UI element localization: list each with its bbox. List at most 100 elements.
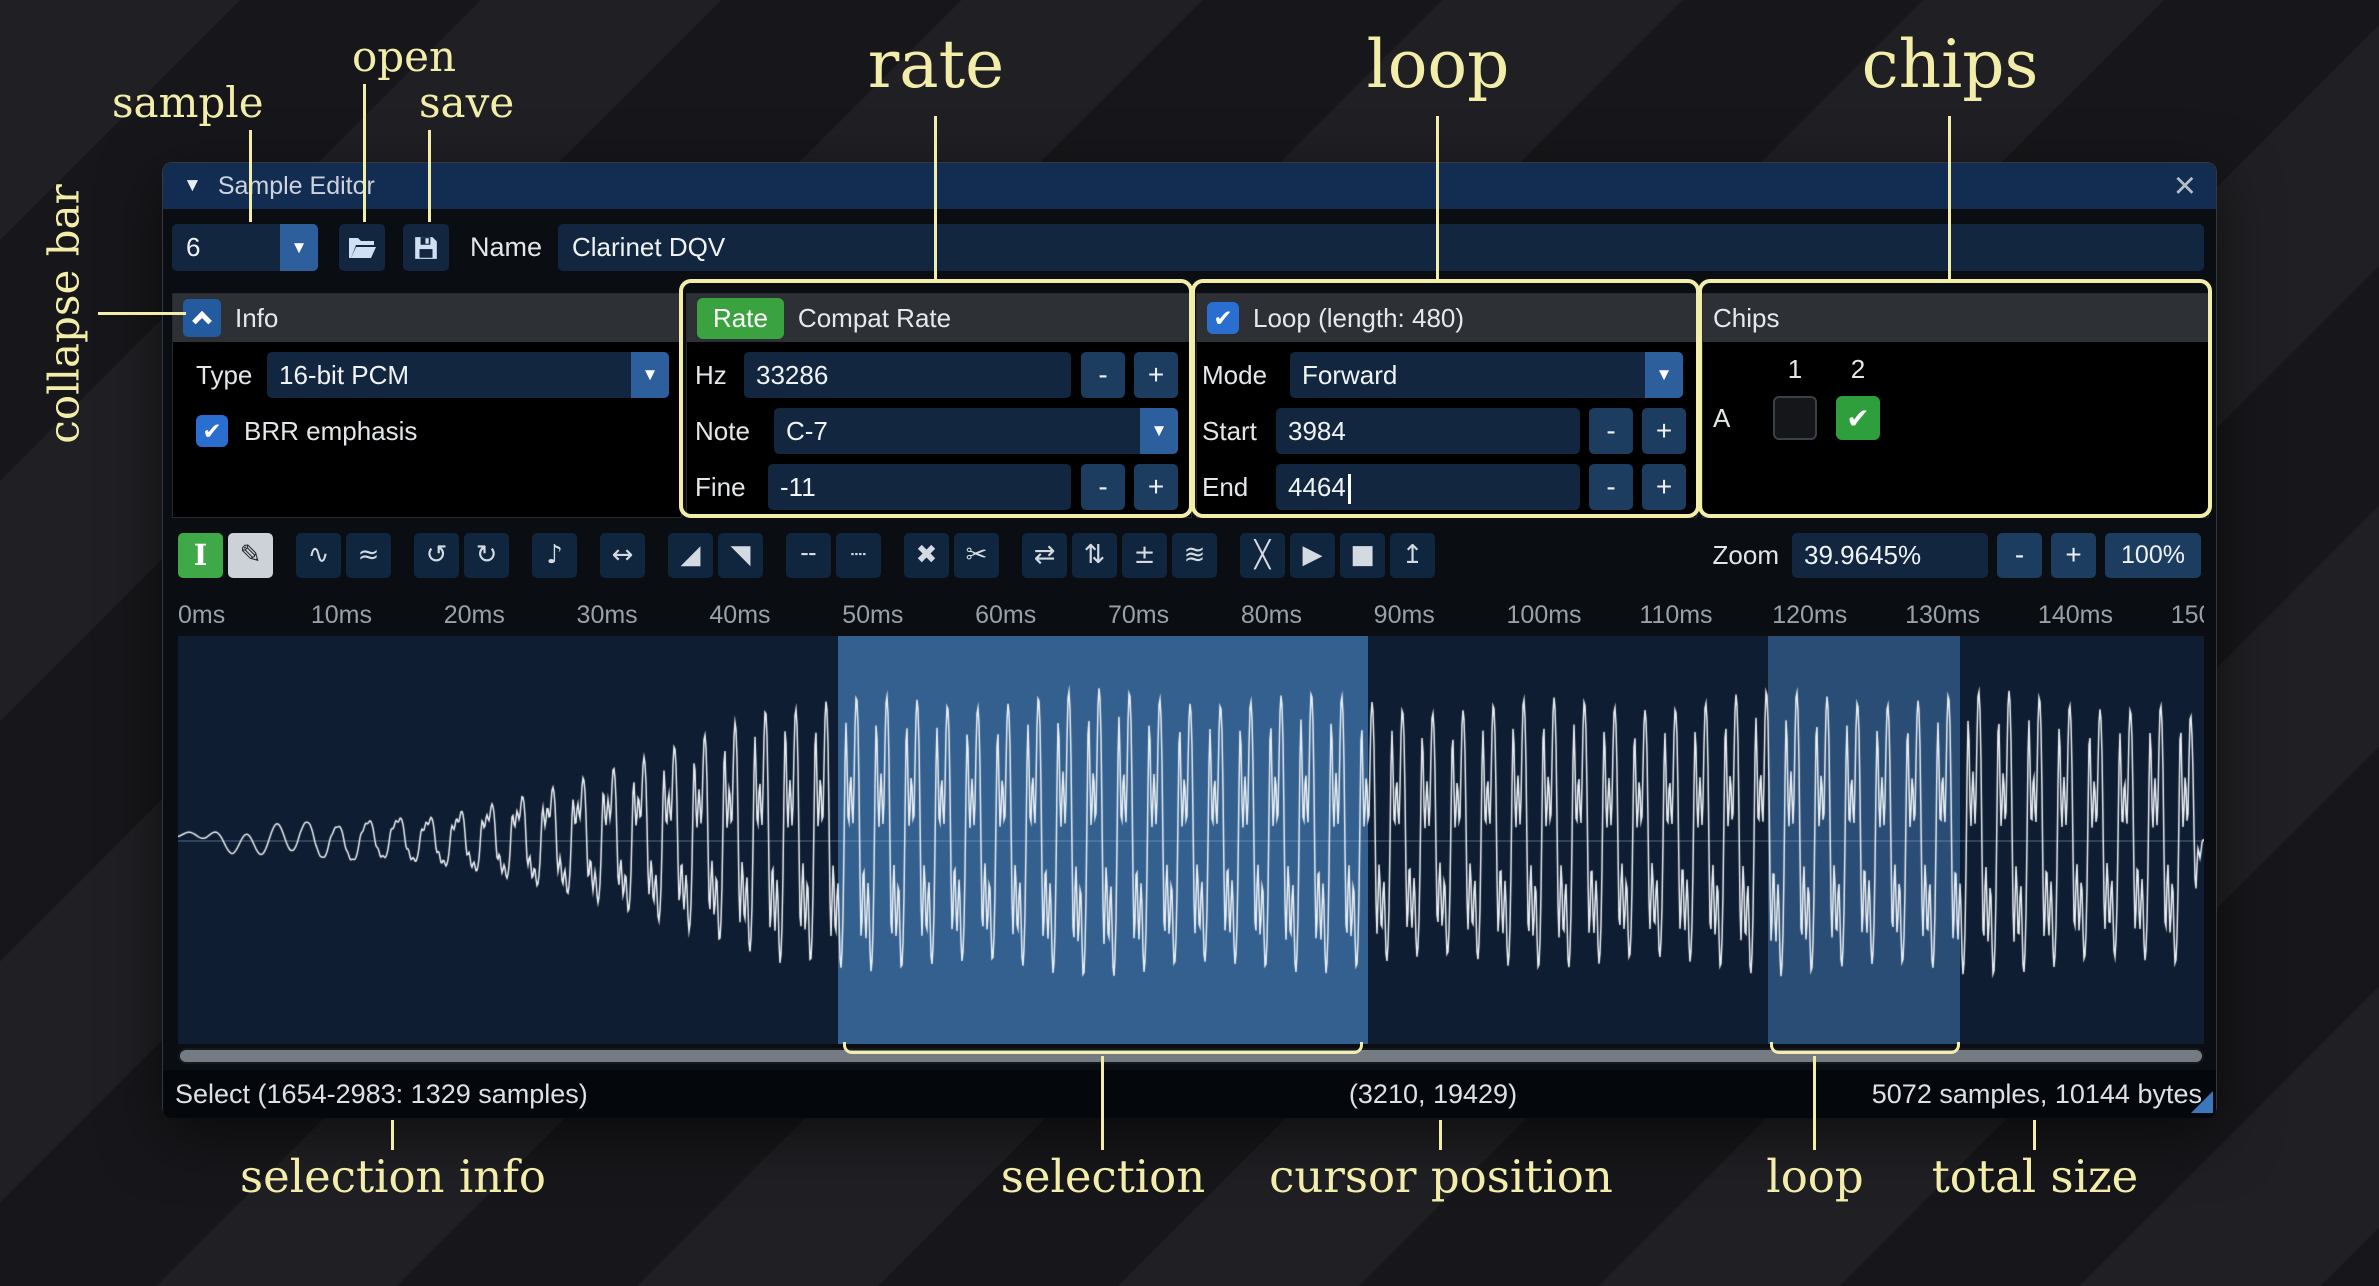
fade-out-button[interactable]: ◥ [718,533,763,578]
window-titlebar[interactable]: ▼ Sample Editor × [163,163,2216,209]
zoom-in-button[interactable]: + [2051,533,2096,578]
toolbar-buttons: I✎ ∿ ≈ ↺ ↻ ♪ ↔ ◢◥ ╌ ┈ ✖ ✂ ⇄⇅± ≋ ╳▶ ■ ↥ [178,533,1435,578]
hz-value: 33286 [756,360,828,390]
loop-mode-dropdown[interactable]: Forward ▼ [1290,352,1683,398]
close-icon[interactable]: × [2174,167,2196,205]
reverse-button[interactable]: ⇄ [1022,533,1067,578]
note-dropdown[interactable]: C-7 ▼ [774,408,1178,454]
chip-row-a-label: A [1713,395,1730,441]
loop-start-plus-button[interactable]: + [1642,408,1686,454]
scrollbar-thumb[interactable] [180,1050,2202,1062]
loop-panel-title: Loop (length: 480) [1253,303,1464,334]
invert-button[interactable]: ⇅ [1072,533,1117,578]
cursor-position-text: (3210, 19429) [1349,1070,1517,1118]
resize-wave-icon: ∿ [308,542,330,568]
note-value: C-7 [774,416,1140,447]
loop-enable-checkbox[interactable]: ✔ [1207,302,1239,334]
zoom-input[interactable]: 39.9645% [1792,533,1988,578]
zoom-reset-button[interactable]: 100% [2105,533,2201,578]
timeline-tick: 130ms [1905,601,1980,630]
draw-tool-button[interactable]: ✎ [228,533,273,578]
upload-icon: ↥ [1402,542,1424,568]
collapse-info-button[interactable] [183,299,221,337]
loop-end-plus-button[interactable]: + [1642,464,1686,510]
loop-start-minus-button[interactable]: - [1589,408,1633,454]
redo-button[interactable]: ↻ [464,533,509,578]
resample-button[interactable]: ≈ [346,533,391,578]
filter-button[interactable]: ≋ [1172,533,1217,578]
save-floppy-icon [413,235,439,261]
hz-plus-button[interactable]: + [1134,352,1178,398]
zoom-controls: Zoom 39.9645% - + 100% [1713,533,2201,578]
normalize-button[interactable]: ↔ [600,533,645,578]
window-title: Sample Editor [218,172,375,201]
timeline-tick: 60ms [975,601,1036,630]
timeline-tick: 80ms [1241,601,1302,630]
brr-emphasis-label: BRR emphasis [244,408,417,454]
insert-silence-button[interactable]: ╌ [786,533,831,578]
select-tool-button[interactable]: I [178,533,223,578]
sample-select-dropdown[interactable]: 6 ▼ [172,224,318,271]
save-sample-button[interactable] [403,224,449,271]
timeline-tick: 50ms [842,601,903,630]
sample-name-input[interactable]: Clarinet DQV [558,224,2204,271]
loop-panel-header: ✔ Loop (length: 480) [1197,294,1696,342]
waveform-scrollbar[interactable] [178,1048,2204,1064]
rate-mode-button[interactable]: Rate [697,298,784,339]
chip-2-checkbox[interactable]: ✔ [1836,396,1880,440]
chevron-down-icon[interactable]: ▼ [1140,408,1178,454]
hz-minus-button[interactable]: - [1081,352,1125,398]
brr-emphasis-checkbox[interactable]: ✔ [196,415,228,447]
loop-start-input[interactable]: 3984 [1276,408,1580,454]
fine-value: -11 [780,472,816,502]
loop-end-label: End [1202,464,1248,510]
window-collapse-icon[interactable]: ▼ [183,175,202,197]
annotation-loop-bottom-label: loop [1766,1150,1863,1203]
annotation-selection-info-label: selection info [240,1150,546,1203]
sign-method-button[interactable]: ± [1122,533,1167,578]
trim-button[interactable]: ✂ [954,533,999,578]
loop-start-label: Start [1202,408,1257,454]
apply-silence-icon: ┈ [851,542,867,568]
hz-input[interactable]: 33286 [744,352,1071,398]
stop-preview-button[interactable]: ■ [1340,533,1385,578]
loop-end-input[interactable]: 4464 [1276,464,1580,510]
crossfade-loop-button[interactable]: ╳ [1240,533,1285,578]
filter-wave-icon: ≋ [1184,542,1206,568]
annotation-total-size-label: total size [1932,1150,2139,1203]
info-panel: Info Type 16-bit PCM ▼ ✔ BRR emphasis [172,293,682,518]
chip-1-checkbox[interactable] [1773,396,1817,440]
apply-silence-button[interactable]: ┈ [836,533,881,578]
chevron-down-icon[interactable]: ▼ [1645,352,1683,398]
undo-icon: ↺ [426,542,448,568]
fine-plus-button[interactable]: + [1134,464,1178,510]
amplify-button[interactable]: ♪ [532,533,577,578]
timeline-tick: 0ms [178,601,225,630]
fine-input[interactable]: -11 [768,464,1071,510]
rate-panel: Rate Compat Rate Hz 33286 - + Note C-7 ▼… [686,293,1192,518]
fade-in-button[interactable]: ◢ [668,533,713,578]
chevron-down-icon[interactable]: ▼ [280,224,318,271]
zoom-out-button[interactable]: - [1997,533,2042,578]
loop-end-minus-button[interactable]: - [1589,464,1633,510]
make-instrument-button[interactable]: ↥ [1390,533,1435,578]
fine-minus-button[interactable]: - [1081,464,1125,510]
delete-button[interactable]: ✖ [904,533,949,578]
waveform-area[interactable] [178,636,2204,1044]
type-label: Type [196,352,252,398]
stop-icon: ■ [1350,542,1375,568]
resize-button[interactable]: ∿ [296,533,341,578]
delete-x-icon: ✖ [916,542,938,568]
resize-grip[interactable] [2191,1091,2213,1113]
sample-editor-window: ▼ Sample Editor × 6 ▼ Name Clarinet DQV … [162,162,2217,1117]
sample-toolbar: I✎ ∿ ≈ ↺ ↻ ♪ ↔ ◢◥ ╌ ┈ ✖ ✂ ⇄⇅± ≋ ╳▶ ■ ↥ Zoom 39.9645% - +… [163,529,2216,581]
resample-wave-icon: ≈ [358,542,380,568]
chevron-down-icon[interactable]: ▼ [631,352,669,398]
sample-type-value: 16-bit PCM [267,360,631,391]
total-size-text: 5072 samples, 10144 bytes [1872,1070,2202,1118]
undo-button[interactable]: ↺ [414,533,459,578]
timeline-tick: 10ms [311,601,372,630]
sample-type-dropdown[interactable]: 16-bit PCM ▼ [267,352,669,398]
preview-button[interactable]: ▶ [1290,533,1335,578]
open-sample-button[interactable] [339,224,385,271]
